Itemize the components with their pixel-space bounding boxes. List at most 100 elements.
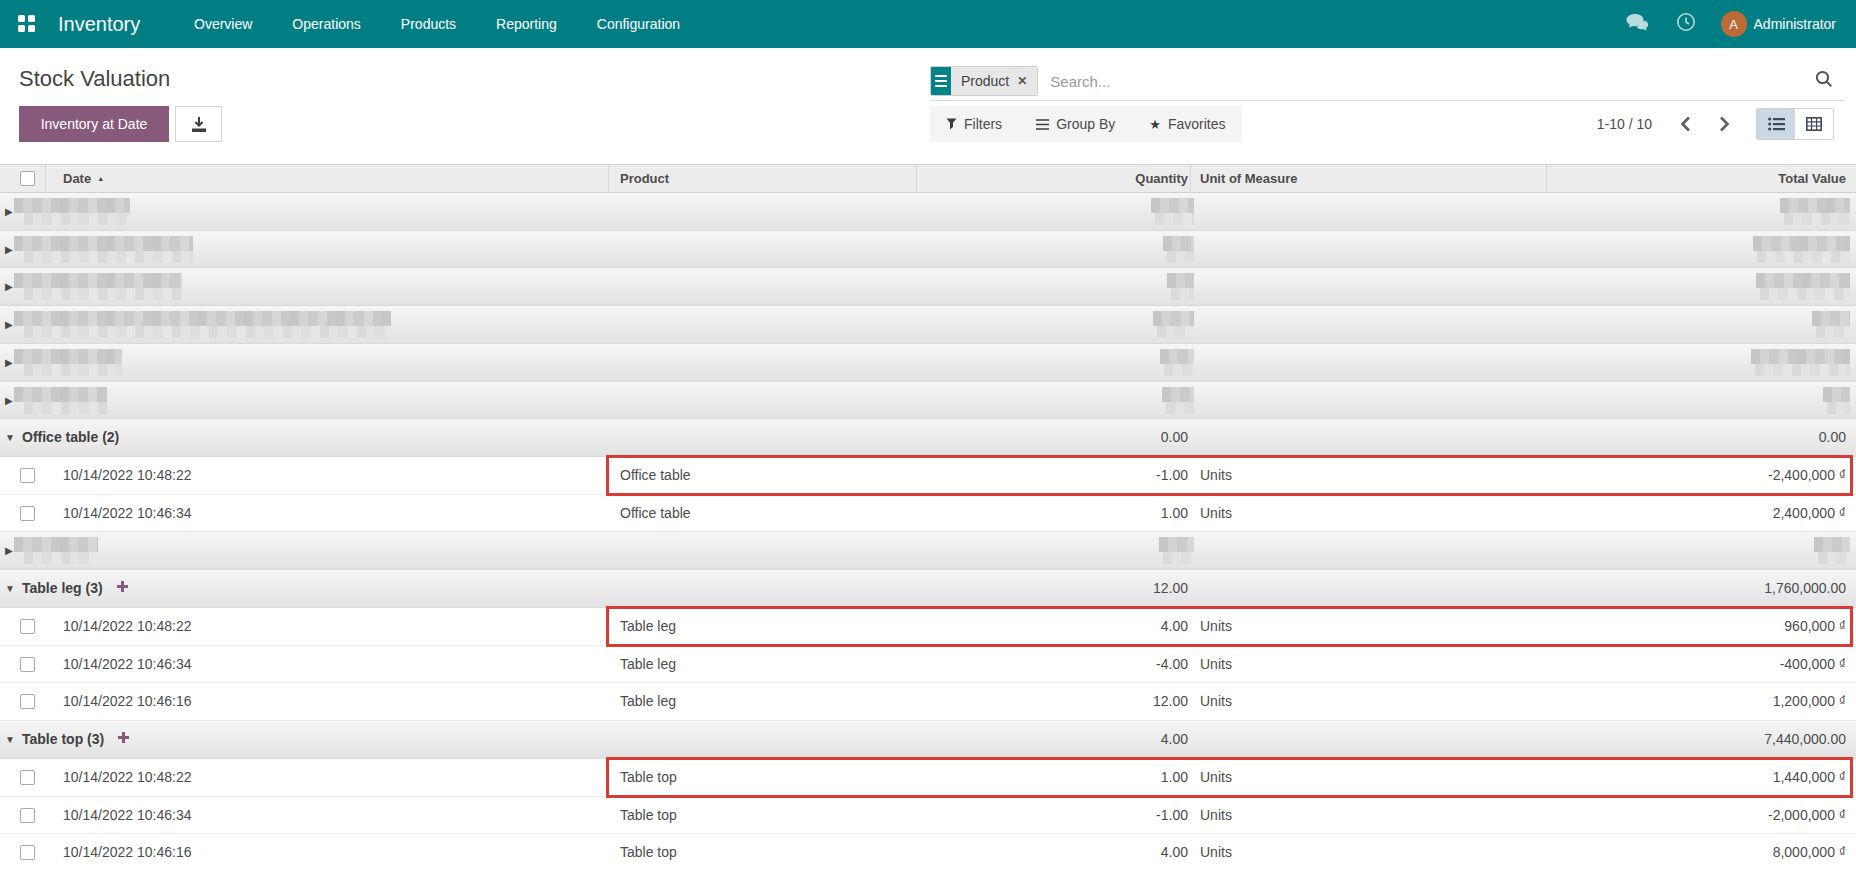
apps-grid-icon[interactable]	[18, 15, 35, 32]
collapsed-caret-icon[interactable]: ▶	[5, 306, 13, 343]
navbar-right: A Administrator	[1625, 0, 1836, 48]
collapsed-caret-icon[interactable]: ▶	[5, 231, 13, 268]
user-avatar[interactable]: A	[1721, 11, 1747, 37]
redacted-group-label	[14, 273, 182, 300]
app-title[interactable]: Inventory	[58, 0, 140, 48]
table-row[interactable]: 10/14/2022 10:48:22Office table-1.00Unit…	[0, 457, 1856, 495]
collapsed-caret-icon[interactable]: ▶	[5, 193, 13, 230]
redacted-total-value	[1751, 349, 1850, 376]
facet-label: Product	[961, 73, 1009, 89]
row-checkbox[interactable]	[20, 845, 35, 860]
select-all-checkbox[interactable]	[20, 171, 35, 186]
cell-total-value: -2,400,000 ₫	[1546, 457, 1846, 494]
column-header-date[interactable]: Date▲	[63, 165, 104, 193]
row-checkbox[interactable]	[20, 657, 35, 672]
group-row[interactable]: ▼Office table (2)0.000.00	[0, 419, 1856, 457]
redacted-quantity	[1153, 311, 1194, 338]
search-bar[interactable]: Product ✕ Search...	[930, 62, 1845, 101]
blurred-group-row[interactable]: ▶	[0, 306, 1856, 344]
menu-item-products[interactable]: Products	[401, 16, 456, 32]
redacted-group-label	[14, 537, 98, 564]
row-checkbox[interactable]	[20, 619, 35, 634]
group-by-button[interactable]: Group By	[1036, 116, 1115, 132]
column-header-uom[interactable]: Unit of Measure	[1200, 165, 1298, 193]
blurred-group-row[interactable]: ▶	[0, 344, 1856, 382]
activities-icon[interactable]	[1676, 12, 1696, 36]
table-body: ▶▶▶▶▶▶▼Office table (2)0.000.0010/14/202…	[0, 193, 1856, 871]
table-row[interactable]: 10/14/2022 10:46:16Table top4.00Units8,0…	[0, 834, 1856, 871]
cell-date: 10/14/2022 10:46:34	[63, 495, 191, 532]
group-row[interactable]: ▼Table top (3)4.007,440,000.00	[0, 721, 1856, 759]
redacted-group-label	[14, 387, 107, 414]
redacted-quantity	[1159, 537, 1194, 564]
row-checkbox[interactable]	[20, 770, 35, 785]
table-row[interactable]: 10/14/2022 10:46:34Table leg-4.00Units-4…	[0, 646, 1856, 684]
blurred-group-row[interactable]: ▶	[0, 193, 1856, 231]
pager-next-icon[interactable]	[1719, 116, 1730, 132]
download-icon	[190, 116, 208, 133]
sort-asc-icon: ▲	[97, 175, 104, 182]
blurred-group-row[interactable]: ▶	[0, 268, 1856, 306]
row-checkbox[interactable]	[20, 468, 35, 483]
group-row[interactable]: ▼Table leg (3)12.001,760,000.00	[0, 570, 1856, 608]
add-record-icon[interactable]	[118, 720, 129, 757]
cell-total-value: 8,000,000 ₫	[1546, 834, 1846, 871]
inventory-at-date-button[interactable]: Inventory at Date	[19, 106, 169, 142]
pivot-view-button[interactable]	[1795, 109, 1833, 139]
menu-item-overview[interactable]: Overview	[194, 16, 252, 32]
collapsed-caret-icon[interactable]: ▶	[5, 532, 13, 569]
table-row[interactable]: 10/14/2022 10:48:22Table top1.00Units1,4…	[0, 759, 1856, 797]
column-header-total-value[interactable]: Total Value	[1546, 165, 1846, 193]
table-row[interactable]: 10/14/2022 10:48:22Table leg4.00Units960…	[0, 608, 1856, 646]
collapsed-caret-icon[interactable]: ▶	[5, 382, 13, 419]
user-name[interactable]: Administrator	[1754, 16, 1836, 32]
filters-button[interactable]: Filters	[946, 116, 1002, 132]
cell-date: 10/14/2022 10:46:34	[63, 797, 191, 834]
list-view-button[interactable]	[1757, 109, 1795, 139]
row-checkbox[interactable]	[20, 808, 35, 823]
group-by-icon	[1036, 119, 1049, 130]
table-row[interactable]: 10/14/2022 10:46:16Table leg12.00Units1,…	[0, 683, 1856, 721]
column-header-product[interactable]: Product	[620, 165, 669, 193]
top-navbar: Inventory Overview Operations Products Repo…	[0, 0, 1856, 48]
cell-quantity: 4.00	[916, 834, 1188, 871]
redacted-total-value	[1756, 273, 1850, 300]
expanded-caret-icon[interactable]: ▼	[5, 570, 15, 607]
redacted-group-label	[14, 236, 193, 263]
expanded-caret-icon[interactable]: ▼	[5, 721, 15, 758]
cell-quantity: 1.00	[916, 759, 1188, 796]
search-input[interactable]: Search...	[1050, 73, 1815, 90]
cell-quantity: -4.00	[916, 646, 1188, 683]
cell-uom: Units	[1200, 797, 1232, 834]
blurred-group-row[interactable]: ▶	[0, 382, 1856, 420]
table-header: Date▲ Product Quantity Unit of Measure T…	[0, 164, 1856, 193]
remove-facet-icon[interactable]: ✕	[1017, 74, 1027, 88]
export-button[interactable]	[175, 106, 222, 142]
pager-previous-icon[interactable]	[1680, 116, 1691, 132]
redacted-total-value	[1780, 198, 1850, 225]
add-record-icon[interactable]	[117, 569, 128, 606]
menu-item-operations[interactable]: Operations	[292, 16, 360, 32]
table-row[interactable]: 10/14/2022 10:46:34Office table1.00Units…	[0, 495, 1856, 533]
favorites-button[interactable]: ★ Favorites	[1149, 116, 1225, 132]
redacted-quantity	[1167, 273, 1194, 300]
messages-icon[interactable]	[1625, 13, 1651, 36]
cell-quantity: 12.00	[916, 683, 1188, 720]
collapsed-caret-icon[interactable]: ▶	[5, 268, 13, 305]
group-total-value: 0.00	[1546, 419, 1846, 456]
collapsed-caret-icon[interactable]: ▶	[5, 344, 13, 381]
row-checkbox[interactable]	[20, 694, 35, 709]
cell-date: 10/14/2022 10:46:16	[63, 834, 191, 871]
menu-item-configuration[interactable]: Configuration	[597, 16, 680, 32]
search-icon[interactable]	[1815, 70, 1833, 92]
column-header-quantity[interactable]: Quantity	[916, 165, 1188, 193]
main-menu: Overview Operations Products Reporting Confi…	[194, 0, 680, 48]
menu-item-reporting[interactable]: Reporting	[496, 16, 557, 32]
table-row[interactable]: 10/14/2022 10:46:34Table top-1.00Units-2…	[0, 797, 1856, 835]
cell-uom: Units	[1200, 646, 1232, 683]
row-checkbox[interactable]	[20, 506, 35, 521]
pager-range: 1-10 / 10	[1597, 116, 1652, 132]
expanded-caret-icon[interactable]: ▼	[5, 419, 15, 456]
blurred-group-row[interactable]: ▶	[0, 231, 1856, 269]
blurred-group-row[interactable]: ▶	[0, 532, 1856, 570]
